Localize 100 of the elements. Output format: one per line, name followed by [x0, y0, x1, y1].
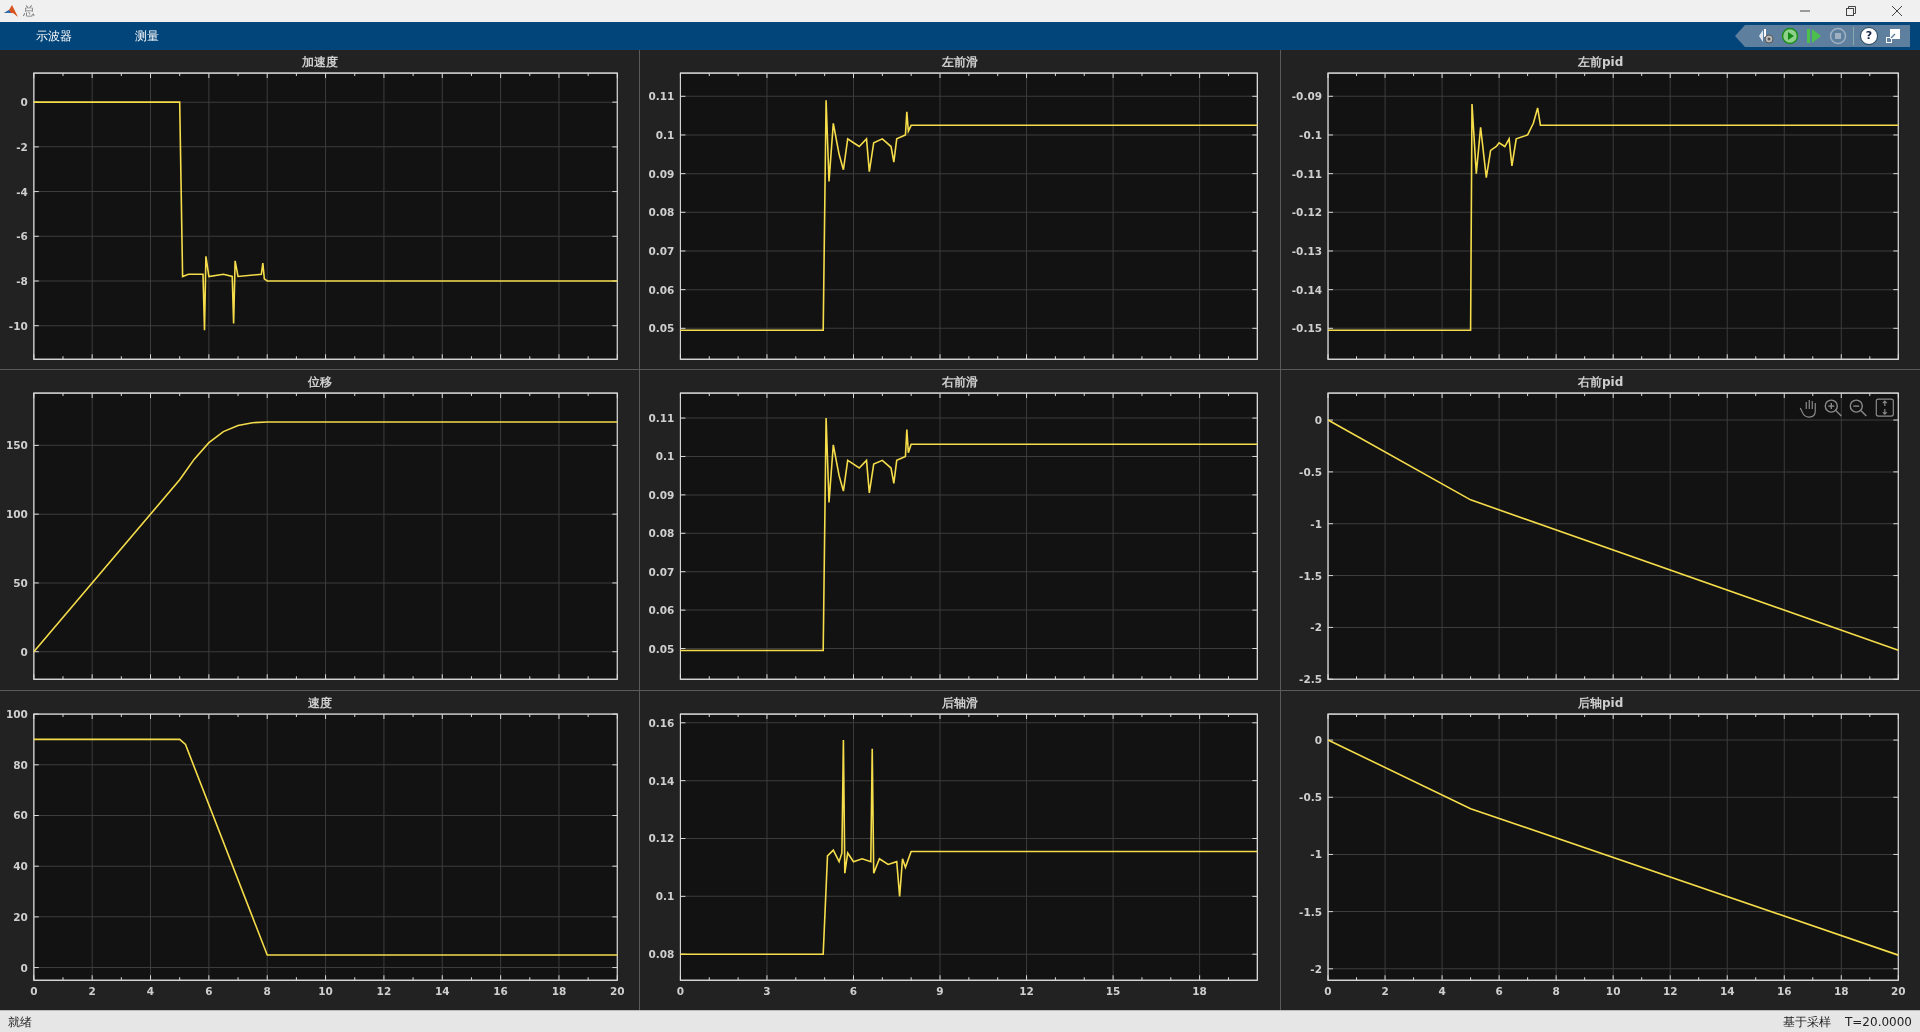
chart-title: 左前pid	[1577, 55, 1623, 70]
tick-label: 0.16	[648, 716, 675, 729]
tick-label: 20	[1890, 984, 1906, 997]
tick-label: 20	[13, 910, 28, 923]
tick-label: -1.5	[1298, 905, 1322, 918]
tick-label: 0.12	[648, 832, 675, 845]
tick-label: 50	[13, 577, 28, 590]
tick-label: 4	[146, 984, 155, 997]
tick-label: -0.13	[1291, 244, 1322, 257]
status-text: 就绪	[8, 1013, 32, 1031]
tick-label: 0.11	[648, 412, 675, 425]
zoom-in-icon[interactable]	[1824, 399, 1842, 418]
tick-label: -0.5	[1298, 466, 1322, 479]
tick-label: -6	[16, 230, 28, 243]
tick-label: 16	[1776, 984, 1792, 997]
tick-label: 0	[20, 646, 28, 659]
tick-label: 14	[1719, 984, 1735, 997]
tick-label: 0.14	[648, 774, 675, 787]
tick-label: 0	[1314, 733, 1322, 746]
tick-label: 12	[1662, 984, 1678, 997]
tick-label: 40	[13, 859, 28, 872]
tick-label: 0.05	[648, 642, 675, 655]
tick-label: 0.1	[656, 128, 675, 141]
sample-mode-text: 基于采样	[1783, 1013, 1831, 1031]
chart-title: 左前滑	[942, 55, 978, 70]
tick-label: 2	[88, 984, 96, 997]
tick-label: -2	[16, 140, 28, 153]
tick-label: 9	[936, 984, 944, 997]
tick-label: 0.07	[648, 244, 675, 257]
tick-label: 10	[1605, 984, 1621, 997]
tick-label: -1.5	[1298, 569, 1322, 582]
app-logo-icon	[3, 4, 19, 18]
tick-label: 6	[1495, 984, 1503, 997]
tick-label: 0	[20, 96, 28, 109]
help-button[interactable]: ?	[1860, 27, 1878, 45]
tick-label: 15	[1106, 984, 1121, 997]
tick-label: 10	[318, 984, 333, 997]
tick-label: 0.1	[656, 890, 675, 902]
settings-icon[interactable]	[1757, 27, 1775, 45]
tick-label: 6	[205, 984, 213, 997]
tick-label: -10	[8, 319, 28, 332]
chart-title: 右前滑	[942, 375, 978, 390]
tick-label: 18	[1833, 984, 1849, 997]
tick-label: -0.5	[1298, 790, 1322, 803]
hand-icon[interactable]	[1799, 399, 1816, 419]
tick-label: -2	[1310, 621, 1322, 634]
tick-label: 60	[13, 809, 28, 822]
tick-label: 8	[263, 984, 271, 997]
zoom-out-icon[interactable]	[1849, 399, 1867, 418]
tick-label: -1	[1310, 518, 1322, 531]
tick-label: 0.09	[648, 489, 675, 502]
tick-label: 18	[1192, 984, 1208, 997]
tick-label: 0.06	[648, 283, 675, 296]
tick-label: 100	[5, 508, 28, 521]
tick-label: 4	[1438, 984, 1446, 997]
tick-label: 18	[551, 984, 567, 997]
chart-title: 后轴滑	[942, 695, 978, 710]
tick-label: -8	[16, 275, 28, 287]
tick-label: -0.12	[1291, 206, 1322, 219]
tick-label: 0	[20, 961, 28, 974]
tick-label: 20	[610, 984, 625, 997]
tick-label: 0.08	[648, 947, 675, 960]
close-icon[interactable]	[1890, 5, 1904, 17]
tick-label: -2.5	[1298, 673, 1322, 686]
tick-label: -0.15	[1291, 322, 1322, 335]
tick-label: 8	[1552, 984, 1560, 997]
tick-label: 16	[493, 984, 508, 997]
chart-title: 速度	[307, 695, 332, 710]
window-title: 总	[23, 3, 35, 20]
undock-icon[interactable]	[1884, 27, 1902, 45]
tick-label: 3	[763, 984, 771, 997]
chart-title: 位移	[307, 375, 332, 390]
tick-label: -1	[1310, 848, 1322, 861]
fit-icon[interactable]	[1875, 398, 1894, 418]
tick-label: -2	[1310, 962, 1322, 975]
tick-label: 0.06	[648, 604, 675, 617]
tick-label: 0.1	[656, 450, 675, 463]
tick-label: -0.09	[1291, 90, 1322, 103]
tick-label: 0.11	[648, 90, 675, 103]
chart-title: 加速度	[301, 55, 338, 70]
menu-tab[interactable]: 测量	[135, 27, 159, 45]
chart-title: 右前pid	[1577, 375, 1623, 390]
tick-label: 14	[434, 984, 450, 997]
tick-label: 150	[5, 439, 28, 452]
time-text: T=20.0000	[1845, 1013, 1912, 1031]
tick-label: 80	[13, 758, 28, 771]
tick-label: 0.05	[648, 322, 675, 335]
chart-title: 后轴pid	[1577, 695, 1623, 710]
menu-tab[interactable]: 示波器	[36, 27, 72, 45]
tick-label: 0.08	[648, 206, 675, 219]
tick-label: 0.07	[648, 566, 675, 579]
tick-label: 0	[30, 984, 38, 997]
tick-label: 2	[1381, 984, 1389, 997]
tick-label: 0	[1314, 414, 1322, 427]
tick-label: 12	[376, 984, 392, 997]
tick-label: 100	[5, 707, 28, 720]
tick-label: 0.08	[648, 527, 675, 540]
tick-label: -4	[16, 185, 28, 198]
restore-icon[interactable]	[1844, 5, 1858, 17]
tick-label: 0	[1324, 984, 1332, 997]
